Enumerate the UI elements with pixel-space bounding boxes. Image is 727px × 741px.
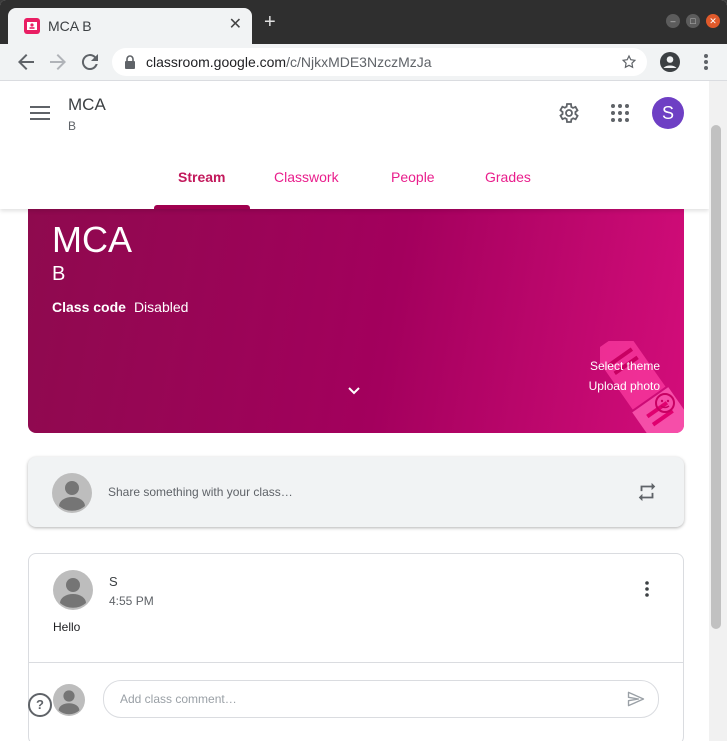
tab-close-icon[interactable]: ✕ <box>229 17 242 33</box>
active-tab-indicator <box>154 205 250 209</box>
address-bar[interactable]: classroom.google.com/c/NjkxMDE3NzczMzJa <box>112 48 647 76</box>
page-scrollbar[interactable] <box>709 81 727 741</box>
help-icon[interactable]: ? <box>28 693 52 717</box>
tab-stream[interactable]: Stream <box>178 169 225 185</box>
post-author: S <box>109 574 118 589</box>
forward-icon[interactable] <box>46 50 70 74</box>
stream-post: S 4:55 PM Hello Add class comment… <box>28 553 684 741</box>
minimize-icon[interactable]: – <box>666 14 680 28</box>
browser-menu-icon[interactable] <box>694 50 718 74</box>
browser-toolbar: classroom.google.com/c/NjkxMDE3NzczMzJa <box>0 44 727 81</box>
chevron-down-icon[interactable] <box>346 383 362 399</box>
maximize-icon[interactable]: □ <box>686 14 700 28</box>
reload-icon[interactable] <box>78 50 102 74</box>
tab-grades[interactable]: Grades <box>485 169 531 185</box>
tab-title: MCA B <box>48 18 92 34</box>
scrollbar-thumb[interactable] <box>711 125 721 629</box>
classroom-favicon-icon <box>24 18 40 34</box>
user-avatar[interactable]: S <box>652 97 684 129</box>
back-icon[interactable] <box>14 50 38 74</box>
class-comment-input[interactable]: Add class comment… <box>103 680 659 718</box>
new-tab-icon[interactable]: + <box>264 12 276 32</box>
url-path: /c/NjkxMDE3NzczMzJa <box>286 54 432 70</box>
post-body: Hello <box>53 620 81 634</box>
tab-strip: MCA B ✕ + – □ ✕ <box>0 0 727 44</box>
more-vert-icon[interactable] <box>639 580 655 598</box>
class-code-value: Disabled <box>133 299 189 315</box>
share-placeholder: Share something with your class… <box>108 485 293 499</box>
banner-class-section: B <box>52 263 66 285</box>
tab-people[interactable]: People <box>391 169 435 185</box>
url-text: classroom.google.com/c/NjkxMDE3NzczMzJa <box>146 54 432 70</box>
browser-window: MCA B ✕ + – □ ✕ classroom.google.com/c/N… <box>0 0 727 741</box>
settings-gear-icon[interactable] <box>556 101 580 125</box>
browser-tab[interactable]: MCA B ✕ <box>8 8 252 44</box>
header-class-section: B <box>68 119 77 133</box>
url-host: classroom.google.com <box>146 54 287 70</box>
banner-class-name: MCA <box>52 219 132 260</box>
divider <box>29 662 683 663</box>
select-theme-link[interactable]: Select theme <box>590 359 660 373</box>
class-code-label: Class code <box>52 299 126 315</box>
user-avatar-icon <box>52 473 92 513</box>
lock-icon <box>125 55 135 69</box>
class-banner: MCA B Class code Disabled Select theme Up… <box>28 191 684 433</box>
commenter-avatar-icon <box>53 684 85 716</box>
main-menu-icon[interactable] <box>30 106 50 120</box>
profile-icon[interactable] <box>658 50 682 74</box>
repost-icon[interactable] <box>636 481 658 503</box>
apps-grid-icon[interactable] <box>608 101 632 125</box>
class-code: Class code Disabled <box>52 299 188 315</box>
class-tabs: Stream Classwork People Grades <box>0 161 709 209</box>
app-header: MCA B S Stream Classwork People Grades <box>0 81 709 209</box>
tab-classwork[interactable]: Classwork <box>274 169 339 185</box>
share-announcement-box[interactable]: Share something with your class… <box>28 457 684 527</box>
post-time: 4:55 PM <box>109 594 154 608</box>
close-window-icon[interactable]: ✕ <box>706 14 720 28</box>
comment-placeholder: Add class comment… <box>120 692 237 706</box>
header-class-name[interactable]: MCA <box>68 95 106 115</box>
author-avatar-icon <box>53 570 93 610</box>
upload-photo-link[interactable]: Upload photo <box>589 379 660 393</box>
classroom-page: MCA B S Stream Classwork People Grades M… <box>0 81 709 741</box>
bookmark-star-icon[interactable] <box>621 54 637 70</box>
send-icon[interactable] <box>626 689 646 709</box>
